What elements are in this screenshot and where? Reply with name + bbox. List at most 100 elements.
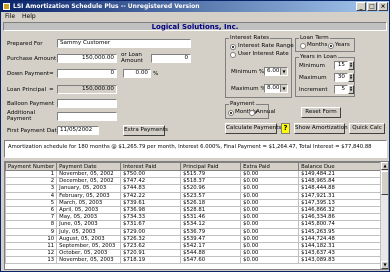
payment-monthly-radio[interactable] — [228, 110, 234, 116]
col-header-payment-date[interactable]: Payment Date — [56, 162, 122, 171]
table-row[interactable]: 7 May, 05, 2003 $734.33 $531.46 $0.00 $146,33… — [5, 213, 386, 222]
years-max-spinner[interactable]: ▲ ▼ — [348, 73, 354, 82]
table-row[interactable]: 9 July, 05, 2003 $729.00 $536.79 $0.00 $145,2… — [5, 227, 386, 236]
table-row[interactable]: 5 March, 05, 2003 $739.61 $526.18 $0.00 $147,… — [5, 198, 386, 207]
term-months-radio[interactable] — [300, 43, 306, 49]
additional-payment-input[interactable] — [57, 112, 117, 121]
scroll-down-icon[interactable]: ▼ — [381, 261, 388, 269]
table-cell: 2 — [5, 177, 58, 186]
table-cell: $148,444.88 — [298, 184, 386, 193]
menu-help[interactable]: Help — [22, 12, 36, 21]
table-cell: $143,089.83 — [298, 256, 386, 265]
close-icon[interactable]: × — [378, 2, 388, 11]
table-cell: $144,724.48 — [298, 234, 386, 243]
quick-calc-button[interactable]: Quick Calc — [349, 123, 385, 134]
table-row[interactable]: 10 August, 05, 2003 $726.32 $539.47 $0.00 $14… — [5, 234, 386, 243]
table-cell: 10 — [5, 234, 58, 243]
vertical-scrollbar[interactable]: ▲ ▼ — [380, 162, 388, 269]
chevron-down-icon[interactable]: ▼ — [280, 85, 287, 92]
down-payment-percent-input[interactable]: 0.00 — [123, 69, 151, 78]
chevron-down-icon[interactable]: ▼ — [280, 68, 287, 75]
user-interest-label: User Interest Rate — [238, 51, 289, 57]
scroll-up-icon[interactable]: ▲ — [381, 162, 388, 170]
payment-annual-radio[interactable] — [249, 110, 255, 116]
minimize-icon[interactable]: _ — [356, 2, 366, 11]
interest-min-select[interactable]: 6.00 ▼ — [264, 67, 288, 76]
calculate-payments-button[interactable]: Calculate Payments — [225, 123, 281, 134]
help-button[interactable]: ? — [281, 123, 290, 134]
loan-amount-input[interactable]: 0 — [151, 54, 191, 63]
table-cell: $720.91 — [120, 249, 182, 258]
loan-term-title: Loan Term — [299, 35, 330, 42]
table-row[interactable]: 11 September, 05, 2003 $723.62 $542.17 $0.00… — [5, 241, 386, 251]
prepared-for-input[interactable]: Sammy Customer — [57, 39, 191, 48]
table-cell: $0.00 — [240, 191, 300, 200]
col-header-principal-paid[interactable]: Principal Paid — [180, 162, 242, 171]
table-cell: $526.18 — [180, 198, 242, 207]
table-row[interactable]: 3 January, 05, 2003 $744.83 $520.96 $0.00 $14… — [5, 184, 386, 193]
show-amortization-button[interactable]: Show Amortization — [294, 123, 348, 134]
payment-title: Payment — [229, 101, 256, 108]
term-years-radio[interactable] — [328, 43, 334, 49]
table-row[interactable]: 1 November, 05, 2002 $750.00 $515.79 $0.00 $1… — [5, 169, 386, 179]
table-row[interactable]: 6 April, 05, 2003 $736.98 $528.81 $0.00 $146,… — [5, 205, 386, 215]
table-cell: $0.00 — [240, 184, 300, 193]
menu-file[interactable]: File — [5, 12, 15, 21]
extra-payments-button[interactable]: Extra Payments — [123, 125, 168, 136]
table-cell: January, 05, 2003 — [56, 184, 122, 193]
table-cell: $520.96 — [180, 184, 242, 193]
years-increment-spinner[interactable]: ▲ ▼ — [348, 85, 354, 94]
years-max-input[interactable]: 30 — [334, 73, 348, 82]
amortization-table[interactable]: Payment Number Payment Date Interest Pai… — [4, 161, 389, 270]
table-cell: $143,637.43 — [298, 249, 386, 258]
table-cell: $0.00 — [240, 249, 300, 258]
table-cell: $149,484.21 — [298, 169, 386, 179]
balloon-payment-label: Balloon Payment — [7, 101, 55, 107]
col-header-payment-number[interactable]: Payment Number — [5, 162, 58, 171]
years-max-label: Maximum — [299, 75, 327, 81]
table-cell: 7 — [5, 213, 58, 222]
user-interest-radio[interactable] — [230, 52, 236, 58]
purchase-amount-input[interactable]: 150,000.00 — [57, 54, 117, 63]
interest-max-select[interactable]: 8.00 ▼ — [264, 84, 288, 93]
table-cell: 4 — [5, 191, 58, 200]
table-cell: 5 — [5, 198, 58, 207]
table-cell: May, 05, 2003 — [56, 213, 122, 222]
table-cell: $0.00 — [240, 227, 300, 236]
table-row[interactable]: 4 February, 05, 2003 $742.22 $523.57 $0.00 $1… — [5, 191, 386, 200]
table-cell: $539.47 — [180, 234, 242, 243]
loan-principal-label: Loan Principal — [7, 87, 47, 93]
reset-form-button[interactable]: Reset Form — [301, 107, 341, 118]
col-header-extra-paid[interactable]: Extra Paid — [240, 162, 300, 171]
table-cell: $0.00 — [240, 177, 300, 186]
app-window: LSI Amortization Schedule Plus -- Unregi… — [0, 0, 390, 272]
down-payment-input[interactable]: 0 — [57, 69, 117, 78]
table-cell: $146,866.32 — [298, 205, 386, 215]
years-increment-input[interactable]: 5 — [334, 85, 348, 94]
years-min-input[interactable]: 15 — [334, 61, 348, 70]
col-header-interest-paid[interactable]: Interest Paid — [120, 162, 182, 171]
interest-range-radio[interactable] — [230, 44, 236, 50]
menu-bar: File Help — [1, 12, 389, 21]
years-in-loan-title: Years in Loan — [299, 54, 338, 61]
title-bar[interactable]: LSI Amortization Schedule Plus -- Unregi… — [1, 1, 389, 12]
app-icon — [3, 3, 10, 10]
or-loan-amount-label: or Loan Amount — [121, 52, 143, 64]
table-cell: November, 05, 2002 — [56, 169, 122, 179]
table-row[interactable]: 13 November, 05, 2003 $718.19 $547.60 $0.00 $… — [5, 256, 386, 265]
down-payment-equals: = — [49, 71, 54, 77]
table-cell: $515.79 — [180, 169, 242, 179]
table-row[interactable]: 12 October, 05, 2003 $720.91 $544.88 $0.00 $1… — [5, 249, 386, 258]
years-min-spinner[interactable]: ▲ ▼ — [348, 61, 354, 70]
first-payment-date-input[interactable]: 11/05/2002 — [57, 126, 99, 135]
scroll-thumb[interactable] — [381, 171, 388, 195]
balloon-payment-input[interactable] — [57, 99, 117, 108]
col-header-balance-due[interactable]: Balance Due — [298, 162, 386, 171]
table-cell: 12 — [5, 249, 58, 258]
loan-principal-equals: = — [49, 87, 54, 93]
maximize-icon[interactable]: □ — [367, 2, 377, 11]
down-payment-label: Down Payment — [7, 71, 50, 77]
table-row[interactable]: 8 June, 05, 2003 $731.67 $534.12 $0.00 $145,8… — [5, 220, 386, 229]
table-cell: $723.62 — [120, 241, 182, 251]
table-row[interactable]: 2 December, 05, 2002 $747.42 $518.37 $0.00 $1… — [5, 177, 386, 186]
